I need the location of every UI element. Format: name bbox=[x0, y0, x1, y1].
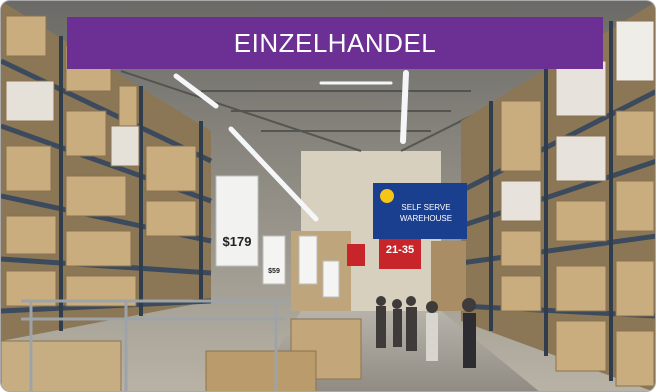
aisle-sign: 21-35 bbox=[379, 239, 421, 269]
aisle-sign-text: 21-35 bbox=[386, 244, 414, 256]
price-sign-59: $59 bbox=[262, 235, 286, 285]
price-sign-179-text: $179 bbox=[223, 234, 252, 249]
title-banner: EINZELHANDEL bbox=[67, 17, 603, 69]
self-serve-sign-line2: WAREHOUSE bbox=[400, 214, 452, 223]
banner-title: EINZELHANDEL bbox=[233, 27, 437, 58]
price-sign-59-text: $59 bbox=[268, 268, 280, 275]
self-serve-sign-line1: SELF SERVE bbox=[401, 203, 450, 212]
self-serve-sign: SELF SERVE WAREHOUSE bbox=[373, 183, 467, 239]
image-frame: $179 $59 SELF SERVE WAREHOUSE 21-35 EINZ… bbox=[0, 0, 656, 392]
price-sign-179: $179 bbox=[215, 175, 259, 267]
